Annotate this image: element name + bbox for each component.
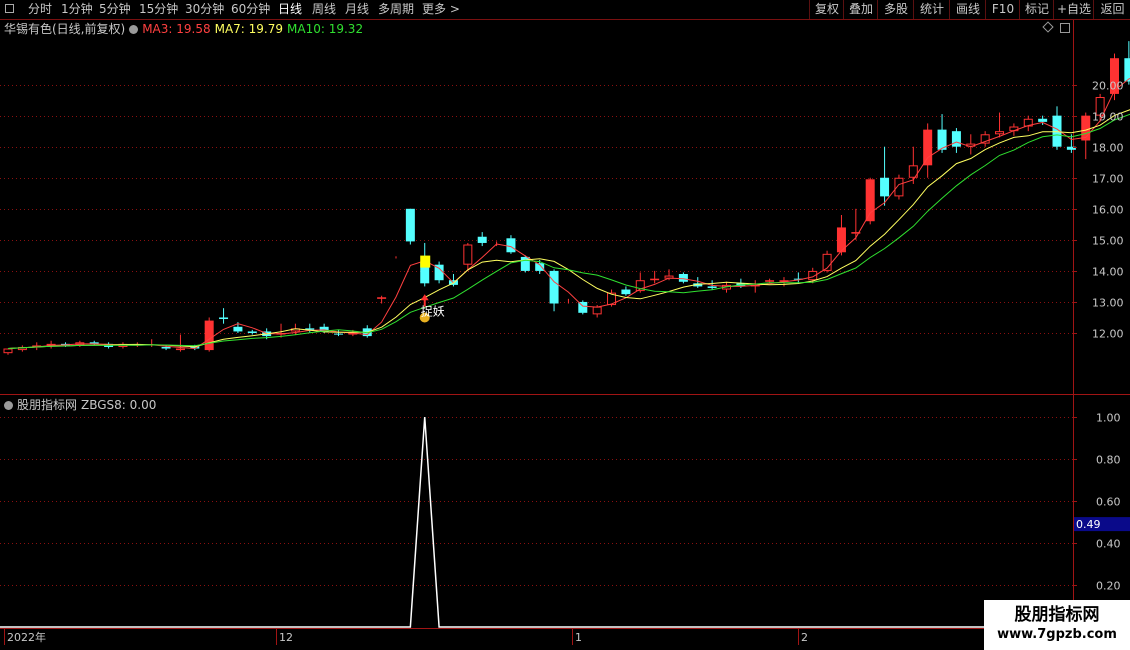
candle-body [219,317,229,320]
sub-legend: 股朋指标网 ZBGS8: 0.00 [4,398,160,412]
candle-body [592,306,602,315]
settings-icon[interactable] [129,25,139,34]
indicator-title: 股朋指标网 [17,398,78,412]
ma10-line [7,113,1130,349]
indicator-value: ZBGS8: 0.00 [81,398,157,412]
candle-body [549,270,559,304]
y-tick-label: 0.60 [1096,496,1121,509]
chart-frame [0,20,1130,645]
candle-body [175,348,185,351]
ma7-line [7,109,1130,349]
ma3-line [7,77,1130,350]
y-tick-label: 19.00 [1092,111,1124,124]
y-tick-label: 1.00 [1096,412,1121,425]
x-tick-label: 12 [279,631,293,644]
candle-body [161,346,171,349]
ma10-legend: MA10: 19.32 [287,22,364,36]
y-tick-label: 12.00 [1092,328,1124,341]
y-tick-label: 20.00 [1092,80,1124,93]
watermark-title: 股朋指标网 [1014,605,1100,625]
stock-title: 华锡有色(日线,前复权) [4,22,126,36]
candle-body [621,289,631,295]
candle-body [334,333,344,335]
x-tick-label: 2 [801,631,808,644]
ma3-legend: MA3: 19.58 [142,22,211,36]
signal-label: 捉妖 [421,303,445,318]
settings-icon[interactable] [4,401,13,410]
candle-body [247,331,257,333]
y-tick-label: 13.00 [1092,297,1124,310]
candle-body [520,256,530,271]
candle-body [377,297,387,299]
candle-body [765,280,775,282]
chart-annotations: 0.49 捉妖 [419,255,1130,532]
x-tick-label: 2022年 [7,630,46,644]
signal-arrow-head [420,294,429,301]
candle-body [995,131,1005,135]
grid-lines [0,85,1073,586]
y-tick-label: 15.00 [1092,235,1124,248]
candle-body [880,177,890,197]
y-tick-label: 0.80 [1096,454,1121,467]
main-legend: 华锡有色(日线,前复权) MA3: 19.58 MA7: 19.79 MA10: 19… [4,22,367,36]
chart-canvas[interactable]: 12.00 13.00 14.00 15.00 16.00 17.00 18.00 19.00… [0,0,1130,650]
candle-body [923,129,933,166]
current-value-label: 0.49 [1076,518,1101,531]
candle-body [1124,58,1130,82]
watermark-url: www.7gpzb.com [997,627,1117,642]
candle-body [894,177,904,197]
candle-body [951,131,961,147]
candle-body [204,320,214,351]
candle-body [233,326,243,332]
candlestick-series [3,41,1130,355]
candle-body [463,244,473,265]
watermark: 股朋指标网 www.7gpzb.com [984,600,1130,650]
y-tick-label: 14.00 [1092,266,1124,279]
candle-body [506,238,516,253]
y-tick-label: 17.00 [1092,173,1124,186]
candle-body [3,348,13,354]
candle-body [1038,118,1048,122]
x-tick-label: 1 [575,631,582,644]
indicator-series [0,416,1073,628]
panel-toggle-icon[interactable] [1060,23,1070,33]
ma7-legend: MA7: 19.79 [214,22,284,36]
y-tick-label: 16.00 [1092,204,1124,217]
y-tick-label: 0.40 [1096,538,1121,551]
moving-average-lines [7,77,1130,350]
signal-candle [420,255,431,268]
zbgs8-line [0,416,1073,628]
candle-body [865,179,875,222]
candle-body [678,274,688,282]
candle-body [650,278,660,281]
candle-body [707,286,717,288]
y-tick-label: 0.20 [1096,580,1121,593]
candle-body [405,208,415,242]
y-tick-label: 18.00 [1092,142,1124,155]
candle-body [477,236,487,243]
